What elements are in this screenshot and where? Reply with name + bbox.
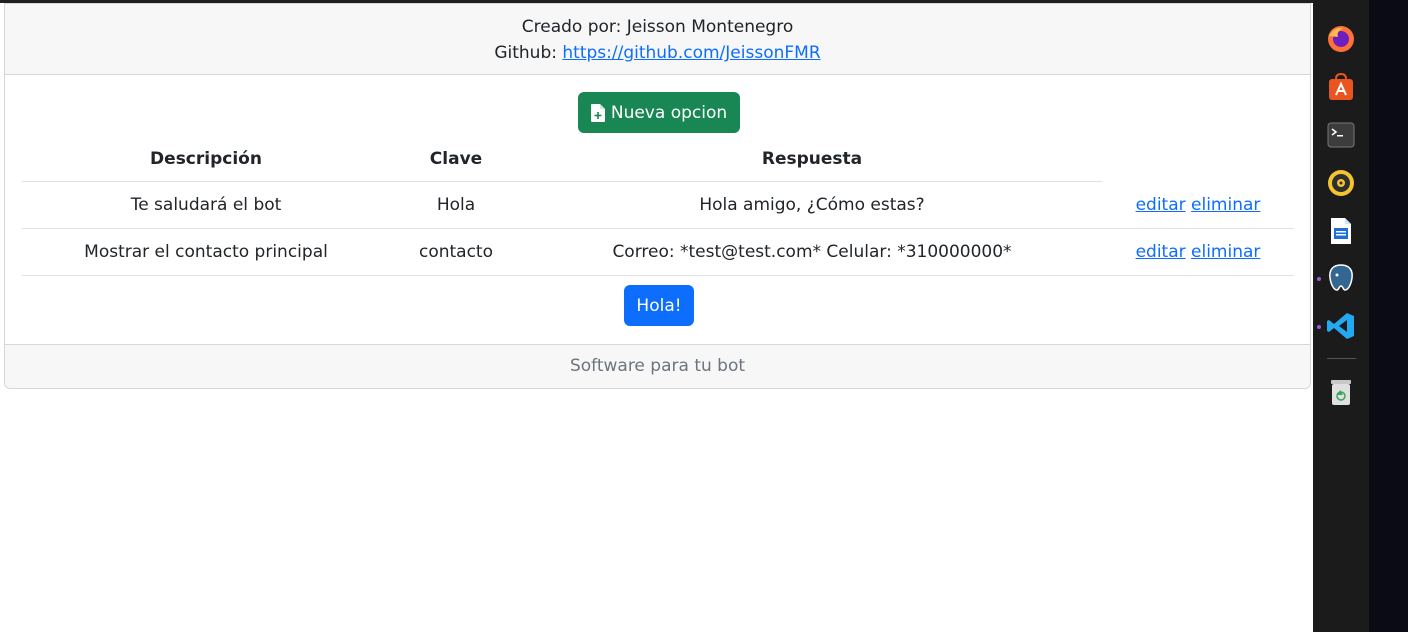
table-row: Te saludará el bot Hola Hola amigo, ¿Cóm… bbox=[22, 181, 1294, 229]
github-line: Github: https://github.com/JeissonFMR bbox=[5, 40, 1310, 66]
trash-icon[interactable] bbox=[1326, 377, 1356, 407]
delete-link[interactable]: eliminar bbox=[1191, 242, 1260, 262]
cell-actions: editar eliminar bbox=[1102, 181, 1294, 229]
cell-respuesta: Hola amigo, ¿Cómo estas? bbox=[522, 181, 1102, 229]
dock-separator bbox=[1327, 358, 1356, 359]
cell-clave: Hola bbox=[390, 181, 522, 229]
github-link[interactable]: https://github.com/JeissonFMR bbox=[562, 43, 820, 63]
app-center-icon[interactable] bbox=[1326, 72, 1356, 102]
firefox-icon[interactable] bbox=[1326, 24, 1356, 54]
column-header-actions bbox=[1102, 137, 1294, 182]
new-option-button[interactable]: Nueva opcion bbox=[578, 92, 740, 133]
column-header-clave: Clave bbox=[390, 137, 522, 182]
main-card: Creado por: Jeisson Montenegro Github: h… bbox=[4, 3, 1311, 389]
cell-descripcion: Te saludará el bot bbox=[22, 181, 390, 229]
pgadmin-icon[interactable] bbox=[1326, 263, 1356, 293]
writer-icon[interactable] bbox=[1326, 216, 1356, 246]
rhythmbox-icon[interactable] bbox=[1326, 168, 1356, 198]
card-body: Nueva opcion Descripción Clave Respuesta… bbox=[5, 75, 1310, 345]
dock bbox=[1313, 0, 1369, 632]
running-indicator bbox=[1317, 277, 1321, 281]
edit-link[interactable]: editar bbox=[1136, 195, 1186, 215]
author-line: Creado por: Jeisson Montenegro bbox=[521, 17, 794, 37]
new-option-label: Nueva opcion bbox=[610, 102, 728, 123]
edit-link[interactable]: editar bbox=[1136, 242, 1186, 262]
running-indicator bbox=[1317, 325, 1321, 329]
table-row: Mostrar el contacto principal contacto C… bbox=[22, 228, 1294, 276]
file-plus-icon bbox=[590, 103, 605, 122]
card-footer: Software para tu bot bbox=[5, 344, 1310, 388]
cell-clave: contacto bbox=[390, 228, 522, 276]
app-partial-icon[interactable] bbox=[1326, 0, 1356, 20]
card-header: Creado por: Jeisson Montenegro Github: h… bbox=[5, 4, 1310, 75]
cell-actions: editar eliminar bbox=[1102, 228, 1294, 276]
hola-button[interactable]: Hola! bbox=[624, 285, 694, 326]
desktop-background bbox=[1369, 0, 1408, 632]
vscode-icon[interactable] bbox=[1326, 311, 1356, 341]
github-label: Github: bbox=[494, 43, 557, 63]
column-header-respuesta: Respuesta bbox=[522, 137, 1102, 182]
delete-link[interactable]: eliminar bbox=[1191, 195, 1260, 215]
browser-viewport: Creado por: Jeisson Montenegro Github: h… bbox=[0, 0, 1313, 632]
table-header-row: Descripción Clave Respuesta bbox=[22, 137, 1294, 182]
terminal-icon[interactable] bbox=[1326, 120, 1356, 150]
options-table: Descripción Clave Respuesta Te saludará … bbox=[22, 137, 1294, 276]
column-header-descripcion: Descripción bbox=[22, 137, 390, 182]
cell-descripcion: Mostrar el contacto principal bbox=[22, 228, 390, 276]
cell-respuesta: Correo: *test@test.com* Celular: *310000… bbox=[522, 228, 1102, 276]
